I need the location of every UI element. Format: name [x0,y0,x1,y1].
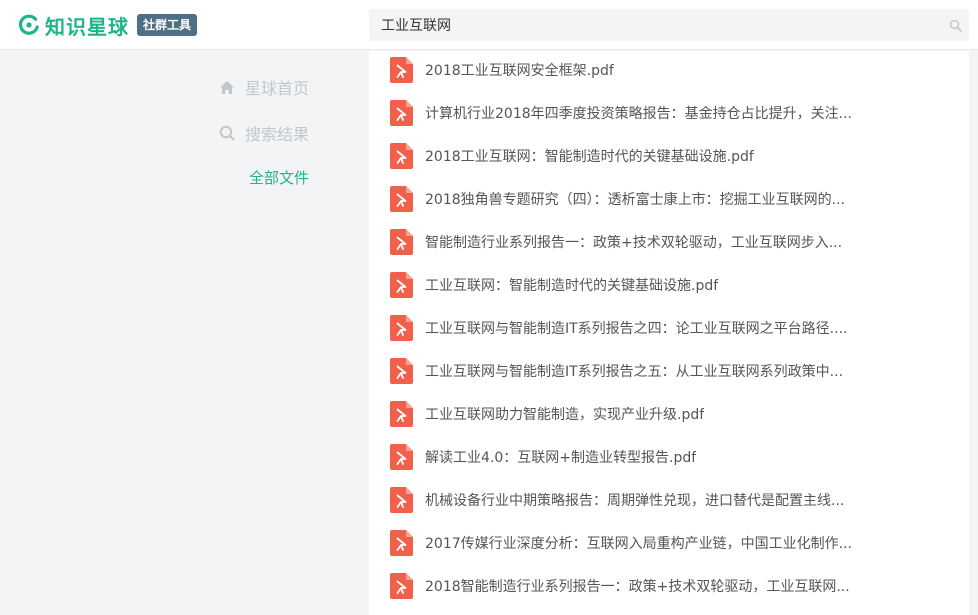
file-name: 解读工业4.0：互联网+制造业转型报告.pdf [425,449,697,466]
pdf-file-icon [390,486,413,513]
file-list-item[interactable]: 智能制造行业系列报告一：政策+技术双轮驱动，工业互联网步入... [369,220,969,263]
pdf-file-icon [390,99,413,126]
file-name: 2018工业互联网安全框架.pdf [425,62,614,79]
pdf-file-icon [390,529,413,556]
file-name: 2018工业互联网：智能制造时代的关键基础设施.pdf [425,148,754,165]
community-tools-badge: 社群工具 [137,14,198,36]
sidebar-item-label: 全部文件 [248,169,309,187]
file-list-item[interactable]: 解读工业4.0：互联网+制造业转型报告.pdf [369,435,969,478]
search-icon [219,125,236,142]
file-list-panel: 2018工业互联网安全框架.pdf 计算机行业2018年四季度投资策略报告：基金持… [369,51,969,615]
file-list-item[interactable]: 工业互联网与智能制造IT系列报告之五：从工业互联网系列政策中... [369,349,969,392]
pdf-file-icon [390,56,413,83]
file-name: 工业互联网助力智能制造，实现产业升级.pdf [425,406,705,423]
file-list-item[interactable]: 2017传媒行业深度分析：互联网入局重构产业链，中国工业化制作... [369,521,969,564]
file-list-item[interactable]: 2018独角兽专题研究（四）：透析富士康上市：挖掘工业互联网的... [369,177,969,220]
file-list-item[interactable]: 2018智能制造行业系列报告一：政策+技术双轮驱动，工业互联网... [369,564,969,607]
sidebar-item-label: 搜索结果 [244,125,309,144]
search-icon[interactable] [941,9,969,41]
file-name: 机械设备行业中期策略报告：周期弹性兑现，进口替代是配置主线... [425,492,845,509]
file-list-item[interactable]: 机械设备行业中期策略报告：周期弹性兑现，进口替代是配置主线... [369,478,969,521]
file-name: 工业互联网：智能制造时代的关键基础设施.pdf [425,277,719,294]
sidebar-item-label: 星球首页 [244,79,309,98]
logo-icon [18,14,39,35]
file-list-item[interactable]: 工业互联网助力智能制造，实现产业升级.pdf [369,392,969,435]
file-name: 工业互联网与智能制造IT系列报告之四：论工业互联网之平台路径.... [425,320,848,337]
file-list-item[interactable]: 工业互联网：智能制造时代的关键基础设施.pdf [369,263,969,306]
sidebar-item-search-results[interactable]: 搜索结果 [219,121,309,145]
file-name: 工业互联网与智能制造IT系列报告之五：从工业互联网系列政策中... [425,363,844,380]
file-list-item[interactable]: 计算机行业2018年四季度投资策略报告：基金持仓占比提升，关注... [369,91,969,134]
pdf-file-icon [390,443,413,470]
search-input[interactable] [369,9,941,41]
pdf-file-icon [390,357,413,384]
top-header: 知识星球 社群工具 [0,0,978,50]
search-bar [369,9,969,41]
pdf-file-icon [390,185,413,212]
logo-text: 知识星球 [45,14,129,39]
file-name: 2018智能制造行业系列报告一：政策+技术双轮驱动，工业互联网... [425,578,850,595]
file-list: 2018工业互联网安全框架.pdf 计算机行业2018年四季度投资策略报告：基金持… [369,51,969,607]
file-name: 计算机行业2018年四季度投资策略报告：基金持仓占比提升，关注... [425,105,852,122]
pdf-file-icon [390,142,413,169]
pdf-file-icon [390,314,413,341]
file-list-item[interactable]: 2018工业互联网安全框架.pdf [369,51,969,91]
sidebar: 星球首页 搜索结果 全部文件 [0,51,369,615]
file-name: 智能制造行业系列报告一：政策+技术双轮驱动，工业互联网步入... [425,234,843,251]
pdf-file-icon [390,572,413,599]
pdf-file-icon [390,228,413,255]
file-list-item[interactable]: 2018工业互联网：智能制造时代的关键基础设施.pdf [369,134,969,177]
file-name: 2018独角兽专题研究（四）：透析富士康上市：挖掘工业互联网的... [425,191,845,208]
home-icon [219,79,236,96]
sidebar-item-all-files[interactable]: 全部文件 [249,167,309,188]
file-list-item[interactable]: 工业互联网与智能制造IT系列报告之四：论工业互联网之平台路径.... [369,306,969,349]
logo[interactable]: 知识星球 社群工具 [18,12,198,39]
pdf-file-icon [390,271,413,298]
file-name: 2017传媒行业深度分析：互联网入局重构产业链，中国工业化制作... [425,535,852,552]
pdf-file-icon [390,400,413,427]
sidebar-item-home[interactable]: 星球首页 [219,75,309,99]
